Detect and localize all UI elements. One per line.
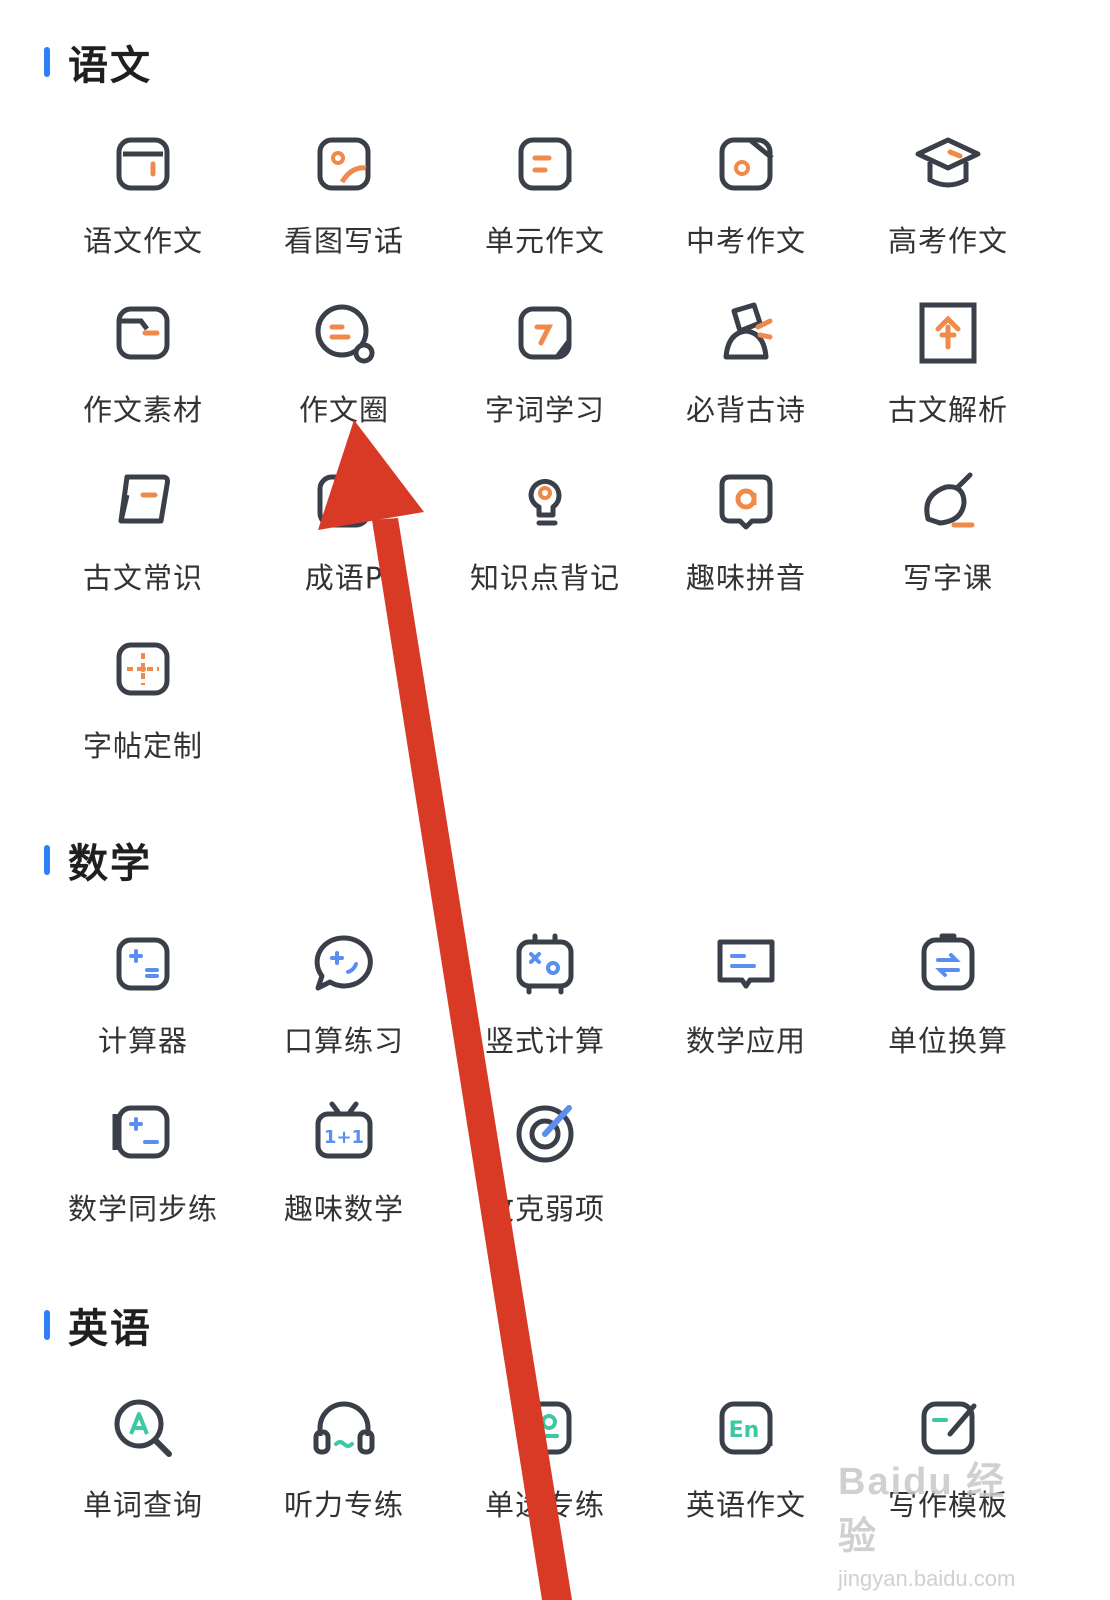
- svg-text:1+1: 1+1: [324, 1127, 364, 1148]
- feature-label: 高考作文: [887, 224, 1008, 258]
- feature-label: 作文素材: [82, 393, 203, 427]
- unit-convert-icon: [912, 928, 984, 1000]
- feature-label: 竖式计算: [484, 1024, 605, 1058]
- scroll-frame-icon: [912, 297, 984, 369]
- pinyin-bubble-icon: [710, 465, 782, 537]
- feature-label: 数学应用: [685, 1024, 806, 1058]
- idiom-book-icon: [308, 465, 380, 537]
- feature-label: 必背古诗: [685, 393, 806, 427]
- feature-label: 字词学习: [484, 393, 605, 427]
- feature-tile[interactable]: 写字课: [845, 465, 1051, 615]
- section-title: 数学: [68, 841, 152, 887]
- feature-tile[interactable]: 作文素材: [40, 297, 246, 447]
- watermark-brand: Baidu 经验: [838, 1461, 1007, 1558]
- chat-circle-icon: [308, 297, 380, 369]
- feature-label: 趣味拼音: [685, 561, 806, 595]
- pencil-box-icon: [710, 128, 782, 200]
- baidu-watermark: Baidu 经验 jingyan.baidu.com: [838, 1450, 1038, 1591]
- feature-label: 中考作文: [685, 224, 806, 258]
- feature-tile[interactable]: 语文作文: [40, 128, 246, 278]
- char-pencil-icon: [509, 297, 581, 369]
- folder-icon: [107, 297, 179, 369]
- section-title: 英语: [68, 1306, 152, 1352]
- feature-label: 单元作文: [484, 224, 605, 258]
- feature-tile[interactable]: 必背古诗: [643, 297, 849, 447]
- feature-tile[interactable]: 竖式计算: [442, 928, 648, 1078]
- watermark-url: jingyan.baidu.com: [838, 1566, 1016, 1591]
- feature-tile[interactable]: 古文解析: [845, 297, 1051, 447]
- section-header-0: 语文: [44, 32, 152, 92]
- fun-math-tv-icon: 1+1: [308, 1096, 380, 1168]
- feature-label: 单选专练: [484, 1488, 605, 1522]
- math-apply-icon: [710, 928, 782, 1000]
- feature-label: 听力专练: [283, 1488, 404, 1522]
- feature-label: 英语作文: [685, 1488, 806, 1522]
- grid-paper-icon: [107, 633, 179, 705]
- feature-label: 写字课: [902, 561, 993, 595]
- ancient-book-icon: [107, 465, 179, 537]
- feature-label: 趣味数学: [283, 1192, 404, 1226]
- target-icon: [509, 1096, 581, 1168]
- calculator-icon: [107, 928, 179, 1000]
- lightbulb-icon: [509, 465, 581, 537]
- feature-label: 作文圈: [298, 393, 389, 427]
- brush-icon: [912, 465, 984, 537]
- feature-label: 古文解析: [887, 393, 1008, 427]
- feature-label: 攻克弱项: [484, 1192, 605, 1226]
- single-choice-icon: [509, 1392, 581, 1464]
- feature-label: 知识点背记: [469, 561, 620, 595]
- feature-tile[interactable]: 数学应用: [643, 928, 849, 1078]
- section-accent-bar: [44, 1310, 50, 1340]
- feature-tile[interactable]: En 英语作文: [643, 1392, 849, 1542]
- feature-tile[interactable]: 古文常识: [40, 465, 246, 615]
- picture-icon: [308, 128, 380, 200]
- feature-tile[interactable]: 趣味拼音: [643, 465, 849, 615]
- feature-tile[interactable]: 字帖定制: [40, 633, 246, 783]
- math-sync-icon: [107, 1096, 179, 1168]
- headphones-icon: [308, 1392, 380, 1464]
- vertical-calc-icon: [509, 928, 581, 1000]
- feature-tile[interactable]: 计算器: [40, 928, 246, 1078]
- section-accent-bar: [44, 47, 50, 77]
- section-header-2: 英语: [44, 1295, 152, 1355]
- feature-label: 口算练习: [283, 1024, 404, 1058]
- feature-tile[interactable]: 口算练习: [241, 928, 447, 1078]
- notebook-icon: [107, 128, 179, 200]
- feature-label: 单词查询: [82, 1488, 203, 1522]
- feature-tile[interactable]: 看图写话: [241, 128, 447, 278]
- section-header-1: 数学: [44, 830, 152, 890]
- feature-tile[interactable]: 知识点背记: [442, 465, 648, 615]
- feature-tile[interactable]: 高考作文: [845, 128, 1051, 278]
- book-stack-icon: [509, 128, 581, 200]
- feature-tile[interactable]: 单选专练: [442, 1392, 648, 1542]
- feature-tile[interactable]: 听力专练: [241, 1392, 447, 1542]
- feature-label: 古文常识: [82, 561, 203, 595]
- feature-tile[interactable]: 成语P: [241, 465, 447, 615]
- word-search-icon: [107, 1392, 179, 1464]
- oral-math-bubble-icon: [308, 928, 380, 1000]
- svg-text:En: En: [729, 1418, 760, 1443]
- feature-label: 计算器: [97, 1024, 188, 1058]
- poet-icon: [710, 297, 782, 369]
- feature-label: 数学同步练: [67, 1192, 218, 1226]
- graduation-cap-icon: [912, 128, 984, 200]
- feature-label: 单位换算: [887, 1024, 1008, 1058]
- feature-tile[interactable]: 字词学习: [442, 297, 648, 447]
- feature-tile[interactable]: 数学同步练: [40, 1096, 246, 1246]
- feature-tile[interactable]: 1+1 趣味数学: [241, 1096, 447, 1246]
- feature-label: 成语P: [304, 561, 384, 595]
- feature-tile[interactable]: 攻克弱项: [442, 1096, 648, 1246]
- feature-tile[interactable]: 中考作文: [643, 128, 849, 278]
- feature-tile[interactable]: 单位换算: [845, 928, 1051, 1078]
- feature-label: 语文作文: [82, 224, 203, 258]
- feature-tile[interactable]: 单词查询: [40, 1392, 246, 1542]
- section-accent-bar: [44, 845, 50, 875]
- feature-label: 字帖定制: [82, 729, 203, 763]
- feature-label: 看图写话: [283, 224, 404, 258]
- feature-tile[interactable]: 作文圈: [241, 297, 447, 447]
- english-essay-icon: En: [710, 1392, 782, 1464]
- feature-tile[interactable]: 单元作文: [442, 128, 648, 278]
- section-title: 语文: [68, 43, 152, 89]
